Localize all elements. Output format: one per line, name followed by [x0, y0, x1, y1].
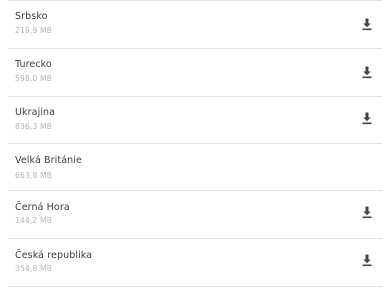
map-size: 219,9 MB	[15, 26, 53, 35]
map-size: 663,8 MB	[15, 171, 53, 180]
map-name: Černá Hora	[15, 202, 70, 213]
map-name: Turecko	[15, 59, 52, 70]
map-name: Ukrajina	[15, 107, 56, 118]
map-name: Velká Británie	[15, 155, 82, 166]
map-name: Srbsko	[15, 11, 48, 22]
download-icon[interactable]	[359, 252, 375, 268]
map-size: 598,0 MB	[15, 74, 53, 83]
list-item-ukrajina[interactable]: Ukrajina 836,3 MB	[0, 97, 390, 145]
download-icon[interactable]	[359, 110, 375, 126]
list-item-cerna-hora[interactable]: Černá Hora 144,2 MB	[0, 191, 390, 239]
list-item-srbsko[interactable]: Srbsko 219,9 MB	[0, 1, 390, 49]
download-icon[interactable]	[359, 204, 375, 220]
list-item-turecko[interactable]: Turecko 598,0 MB	[0, 49, 390, 97]
list-item-ceska-republika[interactable]: Česká republika 354,8 MB	[0, 239, 390, 287]
map-size: 144,2 MB	[15, 216, 53, 225]
divider	[8, 286, 382, 287]
map-size: 836,3 MB	[15, 122, 53, 131]
map-download-list: Srbsko 219,9 MB Turecko 598,0 MB Ukrajin…	[0, 0, 390, 292]
map-size: 354,8 MB	[15, 264, 53, 273]
list-item-velka-britanie[interactable]: Velká Británie 663,8 MB	[0, 144, 390, 192]
map-name: Česká republika	[15, 250, 93, 261]
download-icon[interactable]	[359, 16, 375, 32]
download-icon[interactable]	[359, 64, 375, 80]
